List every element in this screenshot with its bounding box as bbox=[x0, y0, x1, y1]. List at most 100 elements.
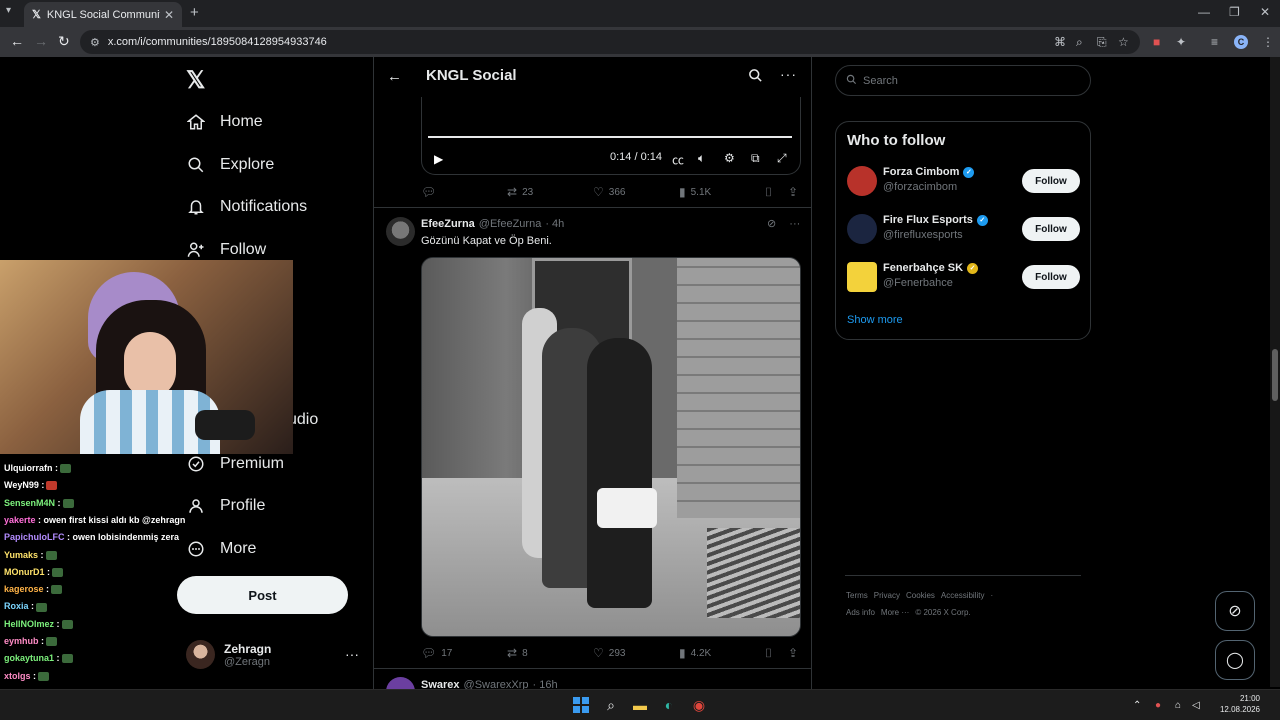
more-icon[interactable]: ··· bbox=[780, 66, 797, 82]
edge-browser-icon[interactable]: ◐ bbox=[660, 696, 678, 714]
tray-expand-icon[interactable]: ⌃ bbox=[1133, 700, 1141, 711]
chat-username: WeyN99 bbox=[4, 480, 39, 491]
nav-follow[interactable]: Follow bbox=[186, 240, 266, 260]
share-button[interactable]: ⇪ bbox=[788, 185, 803, 199]
zoom-icon[interactable]: ⌕ bbox=[1076, 35, 1083, 50]
fullscreen-icon[interactable]: ⤢ bbox=[777, 151, 787, 166]
tab-close-icon[interactable]: ✕ bbox=[164, 8, 174, 22]
windows-start-icon[interactable] bbox=[572, 696, 590, 714]
nav-more[interactable]: More bbox=[186, 539, 256, 559]
chat-text: : bbox=[54, 653, 60, 664]
nav-profile[interactable]: Profile bbox=[186, 496, 265, 516]
reload-icon[interactable]: ↻ bbox=[58, 33, 70, 50]
x-logo-icon[interactable]: 𝕏 bbox=[186, 66, 205, 95]
webcam-overlay bbox=[0, 260, 293, 454]
microphone-icon[interactable]: ● bbox=[1155, 700, 1161, 711]
tweet-more-icon[interactable]: ··· bbox=[789, 218, 800, 230]
bookmark-button[interactable]: ⌷ bbox=[765, 185, 777, 200]
grok-fab-button[interactable]: ⊘ bbox=[1215, 591, 1255, 631]
footer-link[interactable]: Privacy bbox=[874, 591, 900, 600]
window-close-icon[interactable]: ✕ bbox=[1260, 5, 1270, 19]
tweet-time[interactable]: · 4h bbox=[545, 218, 564, 230]
tab-search-icon[interactable]: ▾ bbox=[6, 5, 11, 16]
install-icon[interactable]: ⎘ bbox=[1097, 35, 1107, 50]
nav-home[interactable]: Home bbox=[186, 112, 263, 132]
minimize-icon[interactable]: — bbox=[1198, 5, 1210, 19]
search-icon[interactable]: ⌕ bbox=[602, 696, 620, 714]
tweet-media[interactable] bbox=[421, 257, 801, 637]
translate-icon[interactable]: ⌘ bbox=[1054, 35, 1066, 49]
chrome-browser-icon[interactable]: ◉ bbox=[690, 696, 708, 714]
volume-icon[interactable]: 🔈︎ bbox=[698, 151, 705, 166]
suggested-account[interactable]: Forza Cimbom ✓ @forzacimbom Follow bbox=[847, 164, 1087, 198]
restore-icon[interactable]: ❐ bbox=[1229, 5, 1240, 19]
new-tab-icon[interactable]: + bbox=[190, 4, 199, 21]
tweet-avatar[interactable] bbox=[386, 217, 415, 246]
extensions-puzzle-icon[interactable]: ✦ bbox=[1176, 35, 1186, 49]
extension-icon[interactable]: ■ bbox=[1153, 35, 1160, 49]
account-name: Forza Cimbom ✓ bbox=[883, 166, 975, 178]
video-player[interactable]: ▶ 0:14 / 0:14 ㏄ 🔈︎ ⚙ ⧉ ⤢ bbox=[421, 97, 801, 175]
repost-icon: ⇄ bbox=[507, 646, 518, 660]
video-progress-bar[interactable] bbox=[428, 136, 792, 138]
account-more-icon[interactable]: ··· bbox=[345, 646, 359, 662]
footer-link[interactable]: More ··· bbox=[881, 608, 909, 617]
play-icon[interactable]: ▶ bbox=[434, 152, 443, 166]
tweet-author-name[interactable]: EfeeZurna bbox=[421, 218, 475, 230]
file-explorer-icon[interactable]: ▬ bbox=[631, 696, 649, 714]
tweet-author-handle[interactable]: @EfeeZurna bbox=[479, 218, 542, 230]
chat-username: eymhub bbox=[4, 636, 39, 646]
chrome-menu-icon[interactable]: ⋮ bbox=[1262, 35, 1274, 49]
reply-button[interactable]: 💬︎ bbox=[421, 185, 441, 199]
follow-button[interactable]: Follow bbox=[1022, 169, 1080, 193]
follow-button[interactable]: Follow bbox=[1022, 265, 1080, 289]
profile-avatar[interactable]: C bbox=[1234, 35, 1248, 49]
repost-button[interactable]: ⇄ 23 bbox=[507, 185, 533, 199]
browser-tab[interactable]: 𝕏 KNGL Social Community / X ✕ bbox=[24, 2, 182, 27]
views-button[interactable]: ▮ 5.1K bbox=[679, 185, 711, 199]
footer-link[interactable]: Cookies bbox=[906, 591, 935, 600]
settings-gear-icon[interactable]: ⚙ bbox=[724, 151, 735, 165]
suggested-account[interactable]: Fire Flux Esports ✓ @firefluxesports Foll… bbox=[847, 212, 1087, 246]
popout-icon[interactable]: ⧉ bbox=[751, 151, 760, 166]
system-clock[interactable]: 21:00 12.08.2026 bbox=[1210, 693, 1260, 715]
grok-icon[interactable]: ⊘ bbox=[767, 218, 776, 230]
bookmark-star-icon[interactable]: ☆ bbox=[1118, 35, 1129, 49]
back-arrow-icon[interactable]: ← bbox=[387, 68, 402, 85]
volume-icon[interactable]: ◁ bbox=[1192, 700, 1200, 711]
nav-explore[interactable]: Explore bbox=[186, 155, 274, 175]
suggested-account[interactable]: Fenerbahçe SK ✓ @Fenerbahce Follow bbox=[847, 260, 1087, 294]
follow-button[interactable]: Follow bbox=[1022, 217, 1080, 241]
search-input[interactable]: Search bbox=[835, 65, 1091, 96]
repost-button[interactable]: ⇄ 8 bbox=[507, 646, 528, 660]
messages-fab-button[interactable]: ◯ bbox=[1215, 640, 1255, 680]
nav-notifications[interactable]: Notifications bbox=[186, 197, 307, 217]
chat-text: : owen first kissi aldı kb @zehragn bbox=[35, 514, 186, 525]
share-button[interactable]: ⇪ bbox=[788, 646, 803, 660]
site-info-icon[interactable]: ⚙ bbox=[90, 36, 100, 49]
address-bar[interactable]: ⚙ x.com/i/communities/189508412895493374… bbox=[80, 30, 1140, 54]
scrollbar-thumb[interactable] bbox=[1272, 349, 1278, 401]
like-button[interactable]: ♡ 293 bbox=[593, 646, 625, 660]
back-nav-icon[interactable]: ← bbox=[10, 33, 24, 49]
views-button[interactable]: ▮ 4.2K bbox=[679, 646, 711, 660]
post-button[interactable]: Post bbox=[177, 576, 348, 614]
search-icon bbox=[186, 155, 206, 175]
footer-link[interactable]: Ads info bbox=[846, 608, 875, 617]
media-icon[interactable]: ≡ bbox=[1211, 35, 1218, 49]
footer-link[interactable]: Accessibility bbox=[941, 591, 985, 600]
account-switcher[interactable]: Zehragn @Zeragn bbox=[186, 640, 271, 669]
show-more-link[interactable]: Show more bbox=[847, 314, 903, 326]
network-icon[interactable]: ⌂ bbox=[1175, 700, 1181, 711]
scrollbar[interactable] bbox=[1270, 57, 1280, 687]
nav-premium[interactable]: Premium bbox=[186, 454, 284, 474]
chat-emote-icon bbox=[61, 654, 73, 664]
bookmark-button[interactable]: ⌷ bbox=[765, 646, 777, 661]
footer-link[interactable]: Terms bbox=[846, 591, 868, 600]
chat-emote-icon bbox=[61, 619, 73, 629]
reply-button[interactable]: 💬︎ 17 bbox=[421, 646, 452, 660]
like-button[interactable]: ♡ 366 bbox=[593, 185, 625, 199]
captions-icon[interactable]: ㏄ bbox=[672, 151, 684, 168]
forward-nav-icon[interactable]: → bbox=[34, 33, 48, 49]
search-icon[interactable] bbox=[748, 68, 763, 88]
